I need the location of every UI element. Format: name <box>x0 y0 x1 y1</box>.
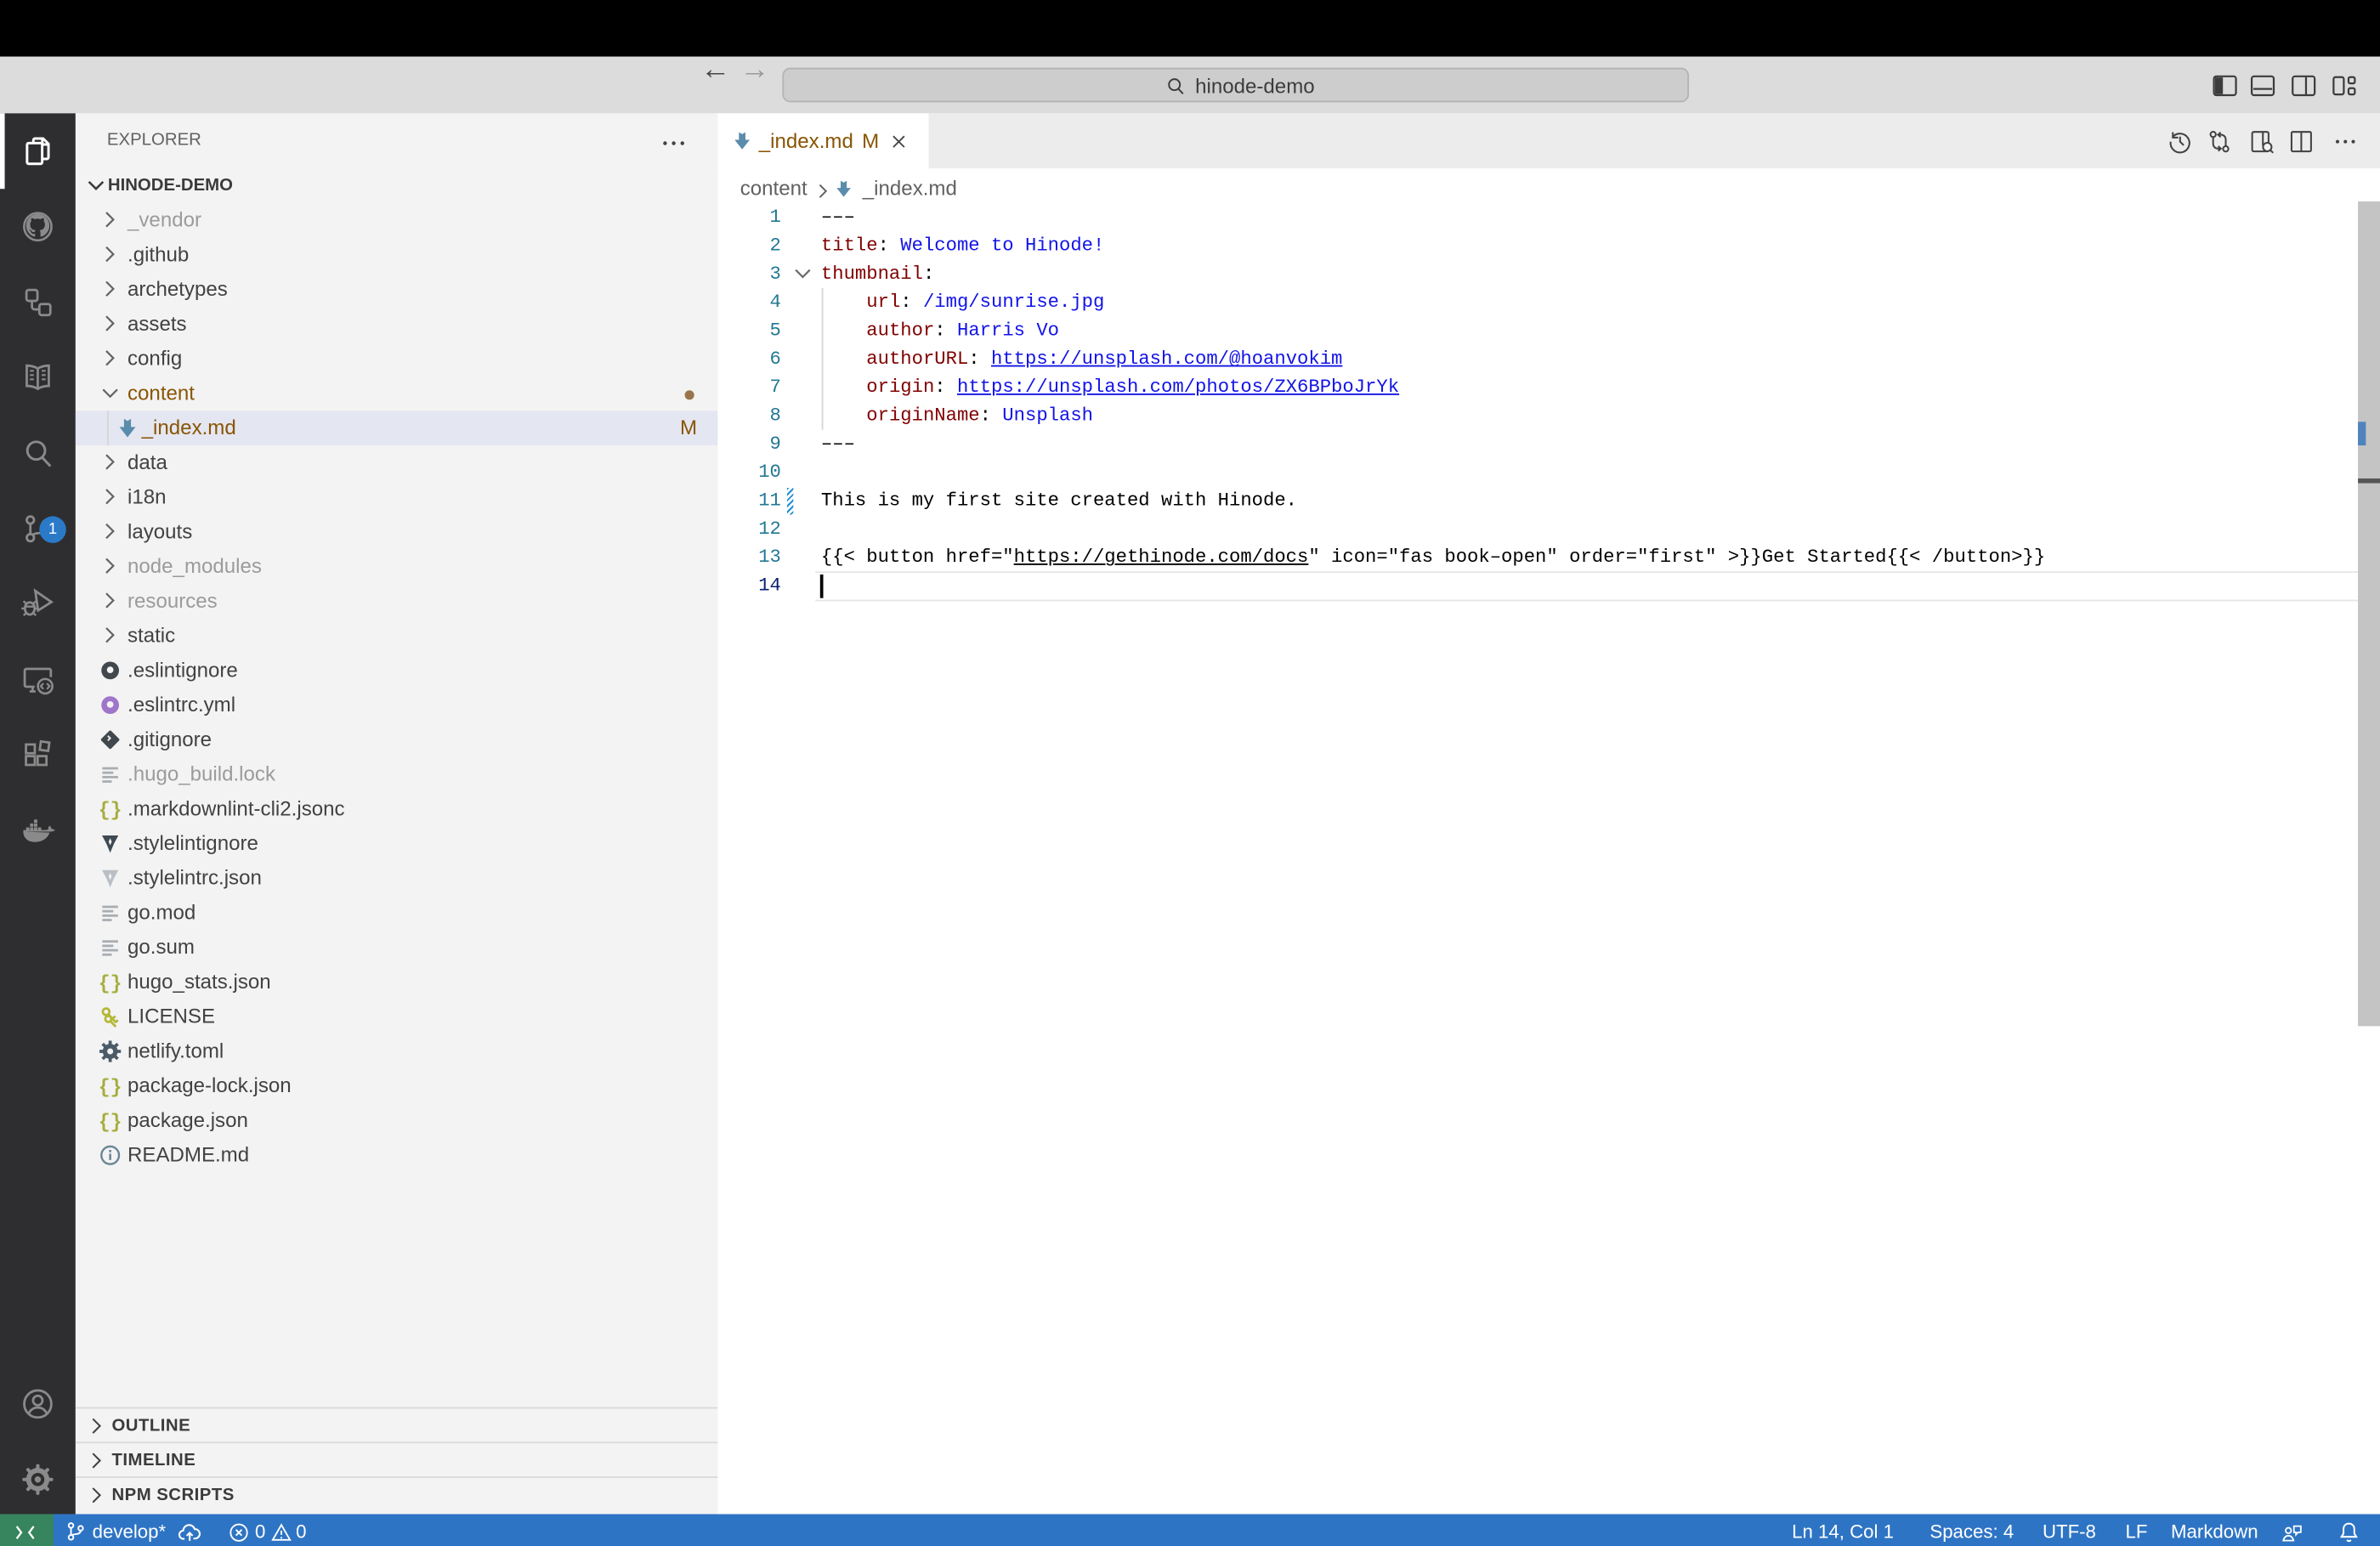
svg-text:{}: {} <box>99 1112 122 1134</box>
svg-text:{}: {} <box>99 973 122 995</box>
svg-text:{}: {} <box>99 800 122 822</box>
svg-text:{}: {} <box>99 1077 122 1099</box>
